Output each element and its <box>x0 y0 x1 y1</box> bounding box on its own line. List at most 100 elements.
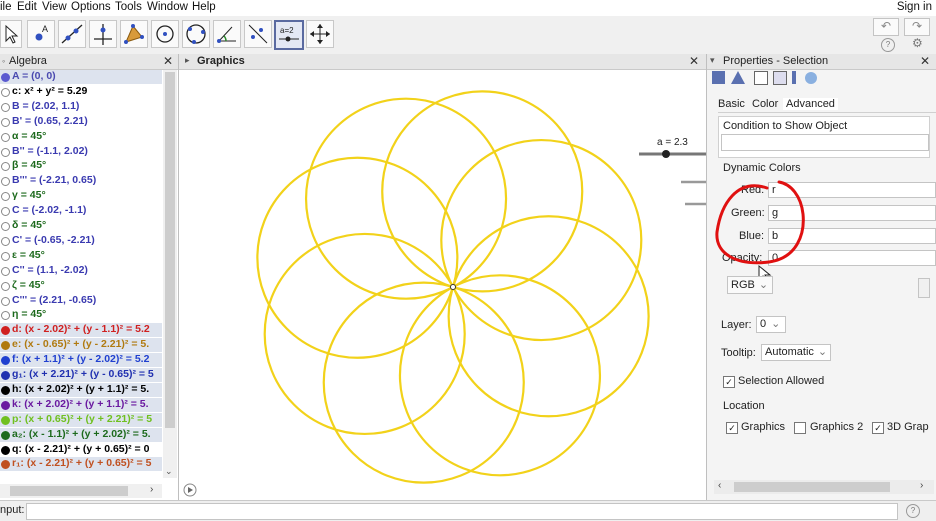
settings-gear-icon[interactable]: ⚙ <box>912 36 923 50</box>
condition-input[interactable] <box>721 134 929 151</box>
algebra-item[interactable]: B'' = (-1.1, 2.02) <box>0 145 162 159</box>
rose-circle[interactable] <box>447 215 650 418</box>
location-3d-checkbox[interactable]: ✓ <box>872 422 884 434</box>
visibility-toggle-icon[interactable] <box>1 430 10 440</box>
algebra-hscroll-thumb[interactable] <box>10 486 128 496</box>
algebra-item[interactable]: k: (x + 2.02)² + (y + 1.1)² = 5. <box>0 397 162 412</box>
visibility-toggle-icon[interactable] <box>1 147 10 157</box>
visibility-toggle-icon[interactable] <box>1 192 10 202</box>
algebra-item[interactable]: δ = 45° <box>0 219 162 233</box>
scroll-right-icon[interactable]: › <box>920 480 923 491</box>
circle-center-tool-button[interactable] <box>151 20 179 48</box>
visibility-toggle-icon[interactable] <box>1 356 10 366</box>
line-tool-button[interactable] <box>58 20 86 48</box>
visibility-toggle-icon[interactable] <box>1 177 10 187</box>
algebra-item[interactable]: η = 45° <box>0 308 162 322</box>
properties-hscroll-thumb[interactable] <box>734 482 890 492</box>
algebra-item[interactable]: C'' = (1.1, -2.02) <box>0 264 162 278</box>
redo-button[interactable]: ↷ <box>904 18 930 36</box>
visibility-toggle-icon[interactable] <box>1 415 10 425</box>
algebra-item[interactable]: B''' = (-2.21, 0.65) <box>0 174 162 188</box>
algebra-hscrollbar[interactable]: › <box>0 484 162 498</box>
sphere-icon[interactable] <box>805 72 817 84</box>
properties-collapse-icon[interactable]: ▾ <box>710 55 715 66</box>
help-icon[interactable]: ? <box>881 38 895 52</box>
visibility-toggle-icon[interactable] <box>1 281 10 291</box>
origin-point[interactable] <box>450 284 456 290</box>
algebra-item[interactable]: e: (x - 0.65)² + (y - 2.21)² = 5. <box>0 338 162 353</box>
graphics-style-icon[interactable] <box>712 71 725 84</box>
algebra-item[interactable]: c: x² + y² = 5.29 <box>0 85 162 99</box>
menu-file[interactable]: ile <box>0 1 12 13</box>
visibility-toggle-icon[interactable] <box>1 222 10 231</box>
menu-view[interactable]: View <box>42 1 67 13</box>
rose-circle[interactable] <box>263 232 466 436</box>
algebra-item[interactable]: C' = (-0.65, -2.21) <box>0 234 162 248</box>
scroll-down-icon[interactable]: ⌄ <box>165 466 173 477</box>
algebra-vscroll-thumb[interactable] <box>165 72 175 428</box>
rose-circle[interactable] <box>322 281 525 484</box>
algebra-item[interactable]: ζ = 45° <box>0 279 162 293</box>
rose-circle[interactable] <box>398 274 602 477</box>
visibility-toggle-icon[interactable] <box>1 132 10 142</box>
menu-help[interactable]: Help <box>192 1 216 13</box>
visibility-toggle-icon[interactable] <box>1 341 10 351</box>
visibility-toggle-icon[interactable] <box>1 102 10 112</box>
separator-icon[interactable] <box>792 71 796 84</box>
rose-circle[interactable] <box>304 97 508 300</box>
slider-knob[interactable] <box>662 150 670 158</box>
tab-advanced[interactable]: Advanced <box>783 98 838 110</box>
visibility-toggle-icon[interactable] <box>1 236 10 246</box>
visibility-toggle-icon[interactable] <box>1 296 10 306</box>
selection-allowed-checkbox[interactable]: ✓ <box>723 376 735 388</box>
algebra-item[interactable]: r₁: (x - 2.21)² + (y + 0.65)² = 5 <box>0 457 162 472</box>
algebra-item[interactable]: B' = (0.65, 2.21) <box>0 115 162 129</box>
algebra-item[interactable]: q: (x - 2.21)² + (y + 0.65)² = 0 <box>0 443 162 457</box>
move-graphics-tool-button[interactable] <box>306 20 334 48</box>
undo-button[interactable]: ↶ <box>873 18 899 36</box>
properties-close-icon[interactable]: ✕ <box>920 54 930 68</box>
algebra-item[interactable]: ε = 45° <box>0 249 162 263</box>
rose-circle[interactable] <box>256 156 459 359</box>
location-graphics2-checkbox[interactable] <box>794 422 806 434</box>
tab-basic[interactable]: Basic <box>718 98 745 110</box>
algebra-item[interactable]: A = (0, 0) <box>0 70 162 84</box>
collapse-arrow-icon[interactable]: ◦ <box>2 56 5 66</box>
visibility-toggle-icon[interactable] <box>1 87 10 97</box>
polygon-tool-button[interactable] <box>120 20 148 48</box>
visibility-toggle-icon[interactable] <box>1 445 10 455</box>
perpendicular-tool-button[interactable] <box>89 20 117 48</box>
visibility-toggle-icon[interactable] <box>1 73 10 82</box>
scroll-right-icon[interactable]: › <box>150 484 153 495</box>
algebra-item[interactable]: g₁: (x + 2.21)² + (y - 0.65)² = 5 <box>0 368 162 382</box>
slider-tool-button[interactable]: a=2 <box>274 20 304 50</box>
visibility-toggle-icon[interactable] <box>1 117 10 127</box>
algebra-item[interactable]: a₂: (x - 1.1)² + (y + 2.02)² = 5. <box>0 427 162 442</box>
algebra-item[interactable]: C = (-2.02, -1.1) <box>0 204 162 218</box>
move-tool-button[interactable] <box>0 20 22 48</box>
graphics-collapse-icon[interactable]: ▸ <box>185 55 190 66</box>
input-help-icon[interactable]: ? <box>906 504 920 518</box>
color-space-button[interactable] <box>918 278 930 298</box>
rose-circle[interactable] <box>440 138 643 342</box>
algebra-close-icon[interactable]: ✕ <box>163 54 173 68</box>
color-space-select[interactable]: RGB ⌄ <box>727 276 773 294</box>
rose-circle[interactable] <box>381 90 584 293</box>
menu-edit[interactable]: Edit <box>17 1 37 13</box>
menu-options[interactable]: Options <box>71 1 111 13</box>
reflect-tool-button[interactable] <box>244 20 272 48</box>
location-graphics-checkbox[interactable]: ✓ <box>726 422 738 434</box>
visibility-toggle-icon[interactable] <box>1 207 10 217</box>
visibility-toggle-icon[interactable] <box>1 385 10 395</box>
algebra-item[interactable]: h: (x + 2.02)² + (y + 1.1)² = 5. <box>0 382 162 397</box>
scroll-left-icon[interactable]: ‹ <box>718 480 721 491</box>
shapes-icon[interactable] <box>731 71 745 84</box>
menu-window[interactable]: Window <box>147 1 188 13</box>
algebra-vscrollbar[interactable]: ⌄ <box>163 70 177 478</box>
point-tool-button[interactable]: A <box>27 20 55 48</box>
graphics-canvas[interactable]: a = 2.3 <box>179 70 706 500</box>
visibility-toggle-icon[interactable] <box>1 460 10 470</box>
algebra-item[interactable]: f: (x + 1.1)² + (y - 2.02)² = 5.2 <box>0 353 162 368</box>
visibility-toggle-icon[interactable] <box>1 371 10 380</box>
input-field[interactable] <box>26 503 898 520</box>
